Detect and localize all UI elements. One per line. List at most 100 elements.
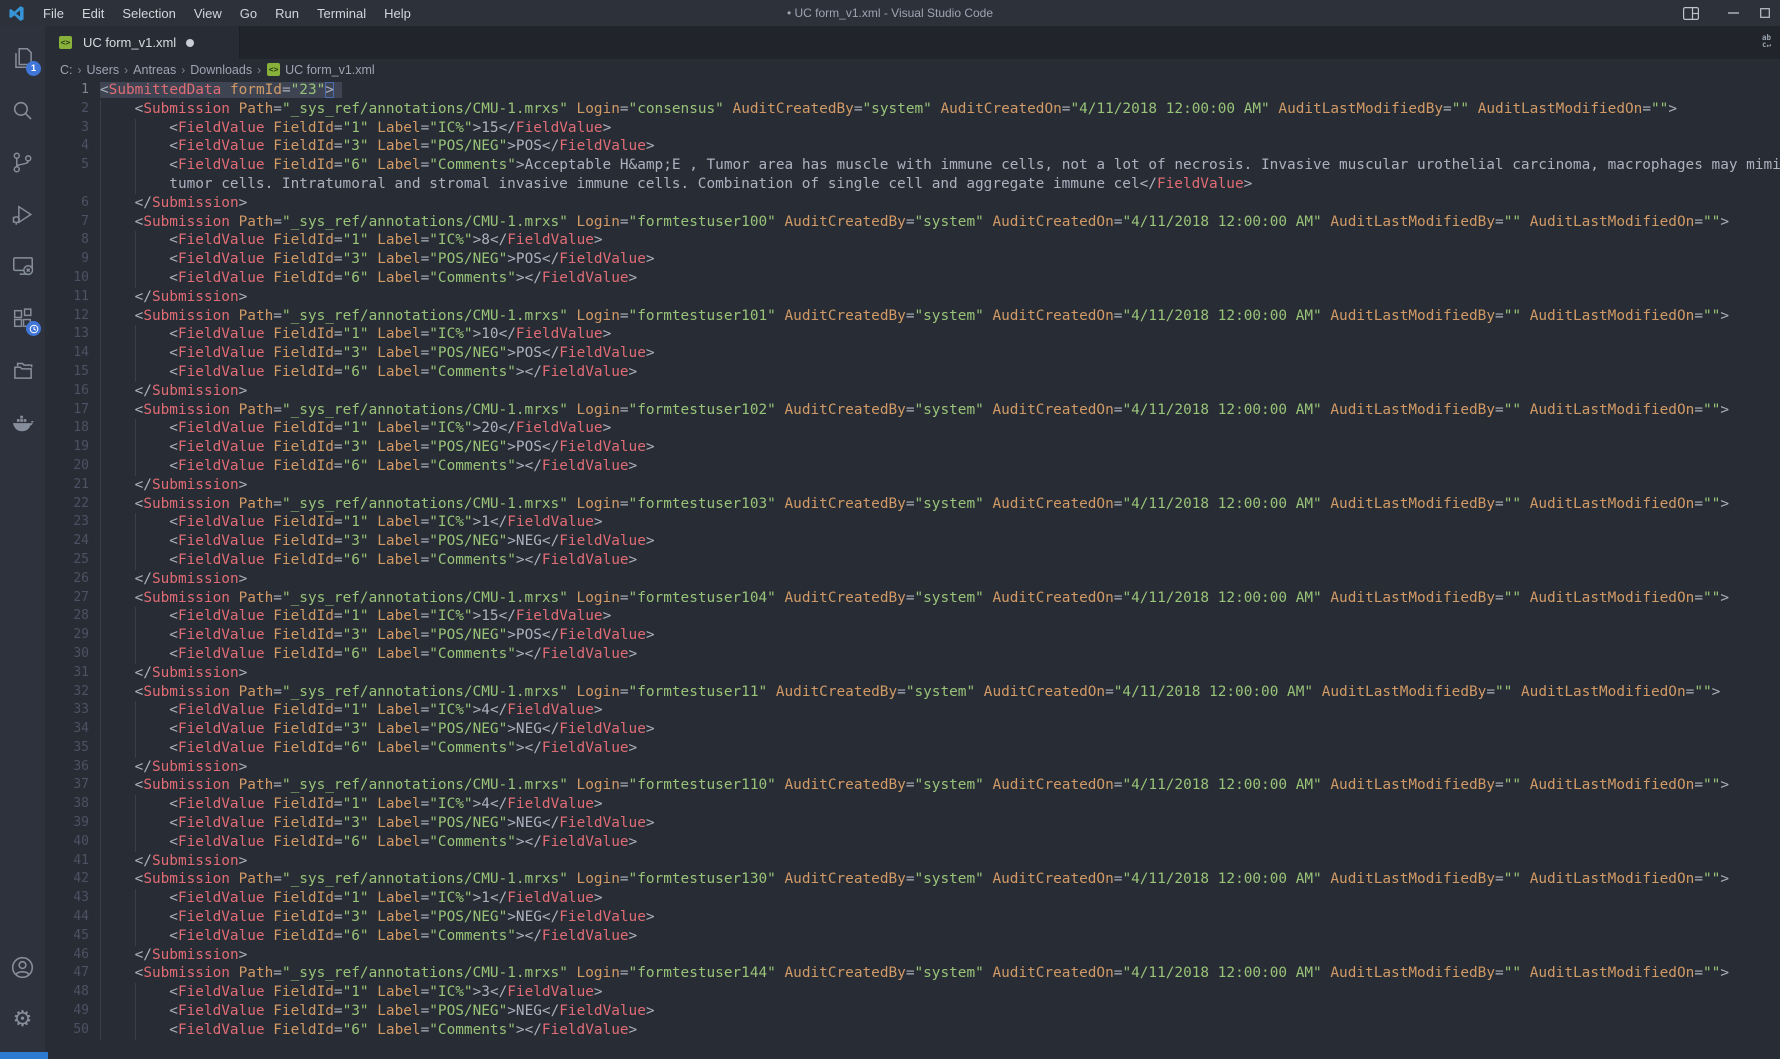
code-line[interactable]: 38<FieldValue FieldId="1" Label="IC%">4<… [100,795,1780,814]
line-number[interactable]: 45 [45,927,89,946]
code-row[interactable]: 1<SubmittedData formId="23"> [100,81,1780,100]
code-line[interactable]: 13<FieldValue FieldId="1" Label="IC%">10… [100,325,1780,344]
code-line[interactable]: 22<Submission Path="_sys_ref/annotations… [100,495,1780,514]
code-row[interactable]: 13<FieldValue FieldId="1" Label="IC%">10… [100,325,1780,344]
code-line[interactable]: 7<Submission Path="_sys_ref/annotations/… [100,213,1780,232]
code-line[interactable]: 49<FieldValue FieldId="3" Label="POS/NEG… [100,1002,1780,1021]
code-line[interactable]: 10<FieldValue FieldId="6" Label="Comment… [100,269,1780,288]
code-line[interactable]: 34<FieldValue FieldId="3" Label="POS/NEG… [100,720,1780,739]
breadcrumb-users[interactable]: Users [86,63,121,77]
code-line[interactable]: 24<FieldValue FieldId="3" Label="POS/NEG… [100,532,1780,551]
code-row[interactable]: 31</Submission> [100,664,1780,683]
explorer-icon[interactable]: 1 [0,32,45,84]
line-number[interactable]: 24 [45,532,89,551]
code-line[interactable]: 11</Submission> [100,288,1780,307]
line-number[interactable]: 23 [45,513,89,532]
code-line[interactable]: 50<FieldValue FieldId="6" Label="Comment… [100,1021,1780,1040]
line-number[interactable]: 12 [45,307,89,326]
code-line[interactable]: 27<Submission Path="_sys_ref/annotations… [100,589,1780,608]
code-row[interactable]: 25<FieldValue FieldId="6" Label="Comment… [100,551,1780,570]
line-number[interactable]: 38 [45,795,89,814]
code-row[interactable]: 21</Submission> [100,476,1780,495]
code-row[interactable]: 28<FieldValue FieldId="1" Label="IC%">15… [100,607,1780,626]
line-number[interactable]: 1 [45,81,89,100]
line-number[interactable]: 34 [45,720,89,739]
minimize-icon[interactable] [1712,0,1754,26]
code-row[interactable]: 43<FieldValue FieldId="1" Label="IC%">1<… [100,889,1780,908]
code-row[interactable]: 14<FieldValue FieldId="3" Label="POS/NEG… [100,344,1780,363]
code-row[interactable]: 32<Submission Path="_sys_ref/annotations… [100,683,1780,702]
accounts-icon[interactable] [0,941,45,993]
line-number[interactable]: 22 [45,495,89,514]
line-number[interactable]: 31 [45,664,89,683]
code-line[interactable]: 29<FieldValue FieldId="3" Label="POS/NEG… [100,626,1780,645]
line-number[interactable]: 29 [45,626,89,645]
breadcrumb-downloads[interactable]: Downloads [189,63,253,77]
line-number[interactable]: 13 [45,325,89,344]
code-line[interactable]: 32<Submission Path="_sys_ref/annotations… [100,683,1780,702]
code-line[interactable]: 9<FieldValue FieldId="3" Label="POS/NEG"… [100,250,1780,269]
code-line[interactable]: 14<FieldValue FieldId="3" Label="POS/NEG… [100,344,1780,363]
line-number[interactable]: 20 [45,457,89,476]
code-row[interactable]: 10<FieldValue FieldId="6" Label="Comment… [100,269,1780,288]
code-row[interactable]: 50<FieldValue FieldId="6" Label="Comment… [100,1021,1780,1040]
line-number[interactable]: 36 [45,758,89,777]
line-number[interactable]: 46 [45,946,89,965]
docker-icon[interactable] [0,396,45,448]
line-number[interactable]: 49 [45,1002,89,1021]
code-row[interactable]: 45<FieldValue FieldId="6" Label="Comment… [100,927,1780,946]
code-row[interactable]: 37<Submission Path="_sys_ref/annotations… [100,776,1780,795]
line-number[interactable]: 7 [45,213,89,232]
line-number[interactable]: 14 [45,344,89,363]
line-number[interactable]: 2 [45,100,89,119]
code-row[interactable]: 16</Submission> [100,382,1780,401]
source-control-icon[interactable] [0,136,45,188]
code-line[interactable]: 18<FieldValue FieldId="1" Label="IC%">20… [100,419,1780,438]
line-number[interactable]: 10 [45,269,89,288]
menu-file[interactable]: File [34,0,73,26]
line-number[interactable]: 3 [45,119,89,138]
code-line[interactable]: 45<FieldValue FieldId="6" Label="Comment… [100,927,1780,946]
search-icon[interactable] [0,84,45,136]
line-number[interactable]: 6 [45,194,89,213]
code-area[interactable]: 1<SubmittedData formId="23">2<Submission… [45,80,1780,1040]
menu-run[interactable]: Run [266,0,308,26]
code-row[interactable]: 22<Submission Path="_sys_ref/annotations… [100,495,1780,514]
code-line[interactable]: 23<FieldValue FieldId="1" Label="IC%">1<… [100,513,1780,532]
code-line[interactable]: 25<FieldValue FieldId="6" Label="Comment… [100,551,1780,570]
code-row[interactable]: 30<FieldValue FieldId="6" Label="Comment… [100,645,1780,664]
code-row[interactable]: 29<FieldValue FieldId="3" Label="POS/NEG… [100,626,1780,645]
line-number[interactable]: 8 [45,231,89,250]
menu-view[interactable]: View [185,0,231,26]
code-row[interactable]: 12<Submission Path="_sys_ref/annotations… [100,307,1780,326]
code-line[interactable]: 35<FieldValue FieldId="6" Label="Comment… [100,739,1780,758]
code-line[interactable]: 44<FieldValue FieldId="3" Label="POS/NEG… [100,908,1780,927]
line-number[interactable]: 35 [45,739,89,758]
breadcrumb-antreas[interactable]: Antreas [132,63,177,77]
line-number[interactable]: 21 [45,476,89,495]
code-line[interactable]: 26</Submission> [100,570,1780,589]
code-line[interactable]: 16</Submission> [100,382,1780,401]
code-line[interactable]: 48<FieldValue FieldId="1" Label="IC%">3<… [100,983,1780,1002]
line-number[interactable]: 33 [45,701,89,720]
line-number[interactable]: 25 [45,551,89,570]
code-row[interactable]: 34<FieldValue FieldId="3" Label="POS/NEG… [100,720,1780,739]
extensions-icon[interactable] [0,292,45,344]
code-line[interactable]: 43<FieldValue FieldId="1" Label="IC%">1<… [100,889,1780,908]
line-number[interactable]: 39 [45,814,89,833]
code-row[interactable]: 26</Submission> [100,570,1780,589]
code-line[interactable]: 36</Submission> [100,758,1780,777]
code-row[interactable]: 17<Submission Path="_sys_ref/annotations… [100,401,1780,420]
line-number[interactable]: 17 [45,401,89,420]
code-row[interactable]: 33<FieldValue FieldId="1" Label="IC%">4<… [100,701,1780,720]
code-line[interactable]: 15<FieldValue FieldId="6" Label="Comment… [100,363,1780,382]
code-line[interactable]: 47<Submission Path="_sys_ref/annotations… [100,964,1780,983]
line-number[interactable]: 5 [45,156,89,175]
line-number[interactable]: 40 [45,833,89,852]
modified-dot-icon[interactable] [186,39,194,47]
code-row[interactable]: 23<FieldValue FieldId="1" Label="IC%">1<… [100,513,1780,532]
line-number[interactable]: 4 [45,137,89,156]
code-row[interactable]: 49<FieldValue FieldId="3" Label="POS/NEG… [100,1002,1780,1021]
code-line[interactable]: 12<Submission Path="_sys_ref/annotations… [100,307,1780,326]
code-line[interactable]: 33<FieldValue FieldId="1" Label="IC%">4<… [100,701,1780,720]
